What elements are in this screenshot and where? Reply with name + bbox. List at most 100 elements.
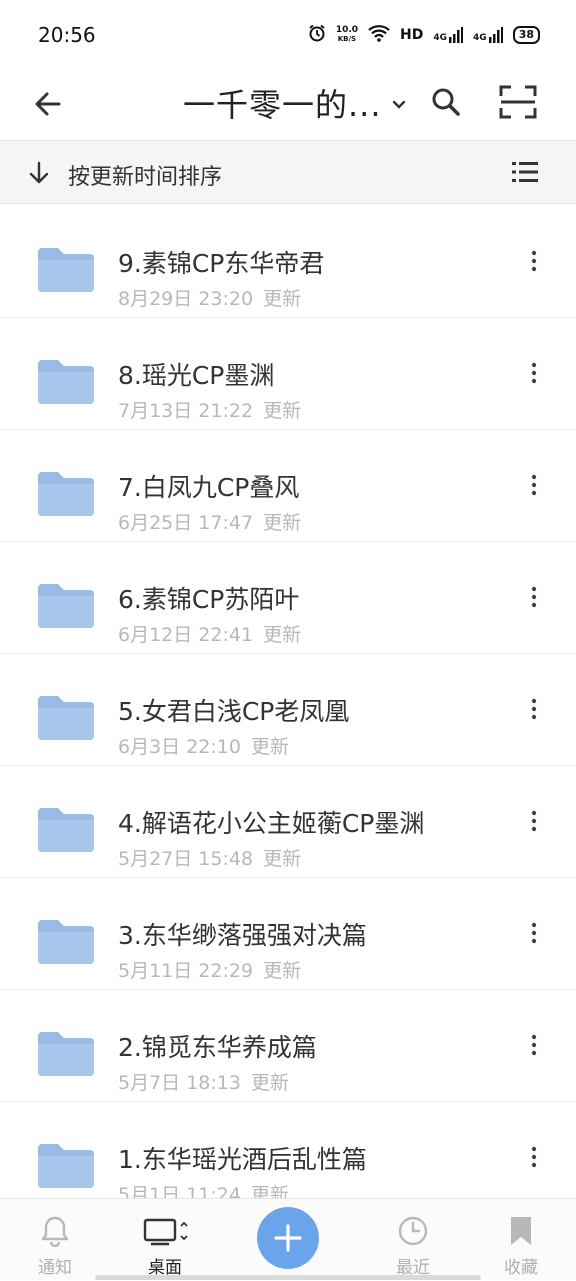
folder-status: 更新 [263, 400, 302, 422]
folder-icon [38, 920, 94, 964]
folder-name: 1.东华瑶光酒后乱性篇 [118, 1145, 367, 1174]
folder-meta: 5月11日 22:29 更新 [118, 956, 301, 983]
folder-status: 更新 [263, 288, 302, 310]
folder-item[interactable]: 4.解语花小公主姬蘅CP墨渊 5月27日 15:48 更新 [0, 766, 576, 878]
folder-title-dropdown[interactable]: 一千零一的... [183, 78, 406, 128]
folder-item[interactable]: 6.素锦CP苏陌叶 6月12日 22:41 更新 [0, 542, 576, 654]
wifi-icon [368, 24, 390, 46]
list-view-icon[interactable] [512, 161, 538, 183]
nav-notify-label: 通知 [38, 1258, 72, 1278]
folder-status: 更新 [263, 512, 302, 534]
folder-name: 5.女君白浅CP老凤凰 [118, 697, 350, 726]
folder-status: 更新 [263, 624, 302, 646]
top-bar: 一千零一的... [0, 70, 576, 140]
nav-notify[interactable]: 通知 [0, 1199, 110, 1281]
chevron-down-icon [392, 100, 405, 109]
folder-date: 5月7日 18:13 [118, 1072, 241, 1094]
folder-name: 9.素锦CP东华帝君 [118, 249, 325, 278]
folder-item[interactable]: 8.瑶光CP墨渊 7月13日 21:22 更新 [0, 318, 576, 430]
folder-date: 5月11日 22:29 [118, 960, 254, 982]
status-time: 20:56 [38, 23, 96, 47]
folder-icon [38, 360, 94, 404]
folder-name: 7.白凤九CP叠风 [118, 473, 300, 502]
folder-item[interactable]: 3.东华缈落强强对决篇 5月11日 22:29 更新 [0, 878, 576, 990]
folder-date: 8月29日 23:20 [118, 288, 254, 310]
sort-bar[interactable]: 按更新时间排序 [0, 140, 576, 204]
more-vertical-icon [531, 1146, 537, 1168]
folder-icon [38, 1032, 94, 1076]
clock-icon [398, 1216, 428, 1246]
more-options-button[interactable] [522, 694, 546, 724]
nav-favorites[interactable]: 收藏 [466, 1199, 576, 1281]
more-vertical-icon [531, 250, 537, 272]
more-vertical-icon [531, 474, 537, 496]
folder-status: 更新 [250, 736, 289, 758]
desktop-icon [143, 1218, 188, 1246]
more-vertical-icon [531, 362, 537, 384]
folder-meta: 7月13日 21:22 更新 [118, 396, 301, 423]
scan-button[interactable] [496, 80, 540, 124]
more-vertical-icon [531, 1034, 537, 1056]
folder-icon [38, 696, 94, 740]
signal-4g-1: 4G [433, 27, 464, 43]
more-options-button[interactable] [522, 1142, 546, 1172]
more-options-button[interactable] [522, 582, 546, 612]
folder-meta: 6月3日 22:10 更新 [118, 732, 289, 759]
home-indicator [95, 1275, 481, 1280]
more-vertical-icon [531, 810, 537, 832]
back-button[interactable] [28, 84, 68, 124]
more-options-button[interactable] [522, 918, 546, 948]
page-title: 一千零一的... [183, 86, 382, 124]
hd-indicator: HD [400, 27, 424, 43]
nav-favorites-label: 收藏 [504, 1258, 538, 1278]
nav-recent[interactable]: 最近 [358, 1199, 468, 1281]
arrow-left-icon [35, 92, 61, 116]
folder-name: 2.锦觅东华养成篇 [118, 1033, 317, 1062]
more-options-button[interactable] [522, 246, 546, 276]
folder-status: 更新 [263, 848, 302, 870]
more-vertical-icon [531, 586, 537, 608]
more-options-button[interactable] [522, 470, 546, 500]
more-options-button[interactable] [522, 1030, 546, 1060]
folder-item[interactable]: 7.白凤九CP叠风 6月25日 17:47 更新 [0, 430, 576, 542]
more-options-button[interactable] [522, 358, 546, 388]
folder-date: 6月3日 22:10 [118, 736, 241, 758]
folder-status: 更新 [263, 960, 302, 982]
folder-icon [38, 808, 94, 852]
folder-meta: 6月12日 22:41 更新 [118, 620, 301, 647]
more-vertical-icon [531, 698, 537, 720]
folder-date: 5月27日 15:48 [118, 848, 254, 870]
folder-name: 3.东华缈落强强对决篇 [118, 921, 367, 950]
folder-name: 4.解语花小公主姬蘅CP墨渊 [118, 809, 425, 838]
folder-item[interactable]: 9.素锦CP东华帝君 8月29日 23:20 更新 [0, 206, 576, 318]
search-button[interactable] [428, 82, 464, 122]
bookmark-icon [511, 1217, 531, 1245]
folder-name: 6.素锦CP苏陌叶 [118, 585, 300, 614]
folder-name: 8.瑶光CP墨渊 [118, 361, 275, 390]
folder-item[interactable]: 5.女君白浅CP老凤凰 6月3日 22:10 更新 [0, 654, 576, 766]
folder-icon [38, 584, 94, 628]
folder-icon [38, 472, 94, 516]
status-icons: 10.0 KB/S HD 4G 4G 38 [308, 24, 540, 46]
add-button[interactable] [257, 1207, 319, 1269]
folder-list: 9.素锦CP东华帝君 8月29日 23:20 更新 8.瑶光CP墨渊 7月13日 … [0, 206, 576, 1214]
plus-icon [274, 1224, 302, 1252]
bell-icon [41, 1216, 69, 1247]
search-icon [432, 88, 460, 116]
bottom-nav: 通知 桌面 最近 收藏 [0, 1198, 576, 1280]
folder-status: 更新 [250, 1072, 289, 1094]
folder-icon [38, 248, 94, 292]
folder-icon [38, 1144, 94, 1188]
signal-4g-2: 4G [473, 27, 503, 43]
net-label-2: 4G [473, 33, 487, 43]
folder-date: 7月13日 21:22 [118, 400, 254, 422]
folder-date: 6月25日 17:47 [118, 512, 254, 534]
nav-desktop[interactable]: 桌面 [110, 1199, 220, 1281]
folder-item[interactable]: 2.锦觅东华养成篇 5月7日 18:13 更新 [0, 990, 576, 1102]
network-speed: 10.0 KB/S [336, 26, 358, 44]
scan-icon [499, 85, 537, 119]
more-options-button[interactable] [522, 806, 546, 836]
folder-meta: 5月27日 15:48 更新 [118, 844, 301, 871]
speed-unit: KB/S [337, 35, 357, 43]
alarm-icon [308, 24, 326, 46]
